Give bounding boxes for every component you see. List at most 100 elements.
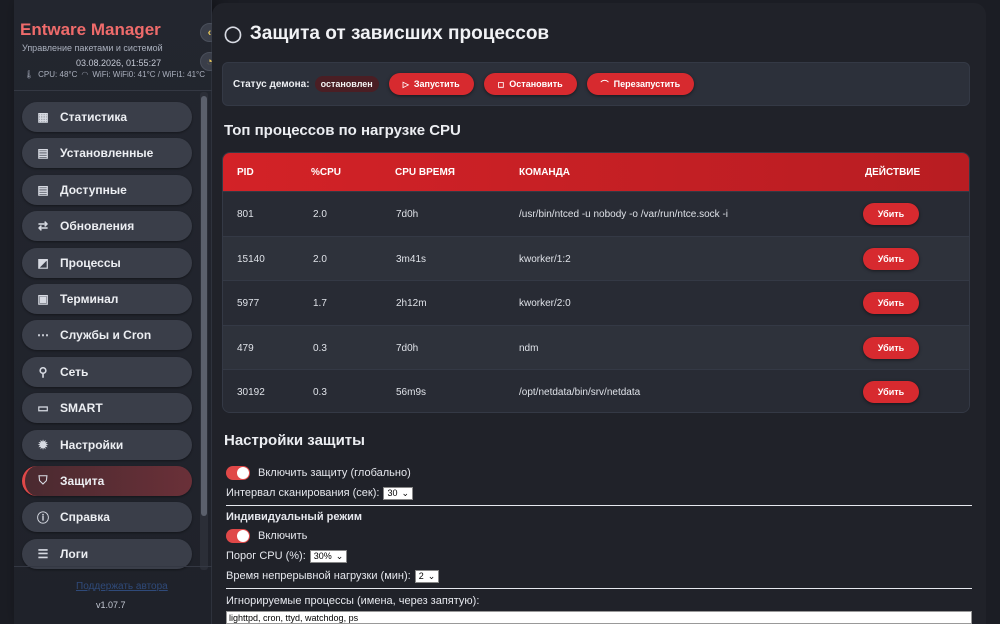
table-row: 5977 1.7 2h12m kworker/2:0 Убить — [223, 280, 969, 325]
daemon-status-card: Статус демона: остановлен ▷ Запустить ◻ Ос… — [222, 62, 970, 106]
divider — [226, 505, 972, 506]
ignored-processes-row: Игнорируемые процессы (имена, через запя… — [226, 591, 972, 611]
stop-button[interactable]: ◻ Остановить — [483, 73, 577, 95]
kill-button[interactable]: Убить — [863, 381, 919, 404]
sidebar-item-processes[interactable]: ◩ Процессы — [22, 247, 192, 278]
cell-command: /opt/netdata/bin/srv/netdata — [519, 387, 641, 399]
sidebar-item-help[interactable]: ⓘ Справка — [22, 502, 192, 533]
terminal-icon: ▣ — [37, 291, 49, 306]
cell-time: 7d0h — [396, 342, 419, 354]
cell-cpu: 2.0 — [313, 253, 327, 265]
protection-settings-title: Настройки защиты — [224, 432, 365, 449]
restart-button[interactable]: ⌒ Перезапустить — [586, 73, 695, 95]
cell-cpu: 0.3 — [313, 342, 327, 354]
protection-settings: Включить защиту (глобально) Интервал ска… — [226, 463, 972, 624]
app-brand: Entware Manager — [20, 20, 161, 39]
sidebar-item-network[interactable]: ⚲ Сеть — [22, 356, 192, 387]
kill-button[interactable]: Убить — [863, 203, 919, 225]
start-label: Запустить — [413, 79, 460, 89]
sidebar-item-protection[interactable]: ⛉ Защита — [22, 465, 192, 496]
package-icon: ▤ — [37, 146, 49, 161]
refresh-icon: ⇄ — [37, 219, 49, 234]
cpu-threshold-select[interactable]: 30% ⌄ — [309, 549, 348, 563]
temperatures: 🌡 CPU: 48°C ◠ WiFi: WiFi0: 41°C / WiFi1:… — [24, 70, 205, 79]
status-badge: остановлен — [314, 76, 379, 92]
sidebar-item-label: Защита — [60, 473, 105, 488]
start-button[interactable]: ▷ Запустить — [388, 73, 474, 95]
table-row: 479 0.3 7d0h ndm Убить — [223, 324, 969, 370]
version-label: v1.07.7 — [96, 600, 126, 610]
sidebar-item-services[interactable]: ⋯ Службы и Cron — [22, 320, 192, 351]
divider — [226, 588, 972, 589]
individual-toggle-label: Включить — [258, 530, 308, 542]
sidebar-item-smart[interactable]: ▭ SMART — [22, 393, 192, 424]
load-time-label: Время непрерывной нагрузки (мин): — [226, 570, 411, 582]
cell-time: 3m41s — [396, 253, 427, 265]
sidebar-item-terminal[interactable]: ▣ Терминал — [22, 283, 192, 314]
scan-interval-select[interactable]: 30 ⌄ — [383, 486, 414, 500]
sidebar-item-label: Обновления — [60, 219, 135, 234]
global-toggle-label: Включить защиту (глобально) — [258, 467, 411, 479]
individual-mode-toggle[interactable] — [226, 529, 250, 543]
global-protection-toggle[interactable] — [226, 466, 250, 480]
ignored-processes-label: Игнорируемые процессы (имена, через запя… — [226, 595, 480, 607]
table-row: 801 2.0 7d0h /usr/bin/ntced -u nobody -o… — [223, 191, 969, 236]
kill-button[interactable]: Убить — [863, 292, 919, 315]
sidebar: Entware Manager Управление пакетами и си… — [14, 0, 219, 624]
restart-icon: ⌒ — [600, 79, 609, 89]
scrollbar-thumb[interactable] — [201, 96, 207, 516]
kill-button[interactable]: Убить — [863, 247, 919, 270]
global-toggle-row: Включить защиту (глобально) — [226, 463, 972, 483]
main-content: ◯ Защита от зависших процессов Статус де… — [212, 3, 986, 624]
cell-time: 56m9s — [396, 387, 427, 399]
sidebar-item-label: Процессы — [60, 255, 121, 270]
document-icon: ☰ — [37, 546, 49, 561]
disk-icon: ▭ — [37, 401, 49, 416]
individual-toggle-row: Включить — [226, 526, 972, 546]
process-table: PID %CPU CPU ВРЕМЯ КОМАНДА ДЕЙСТВИЕ 801 … — [222, 152, 970, 413]
cell-pid: 15140 — [237, 253, 265, 265]
sidebar-divider — [14, 90, 212, 91]
support-link[interactable]: Поддержать автора — [76, 581, 168, 592]
col-cpu[interactable]: %CPU — [311, 167, 341, 178]
col-pid[interactable]: PID — [237, 167, 254, 178]
cell-command: ndm — [519, 342, 539, 354]
thermometer-icon: 🌡 — [24, 70, 35, 79]
sidebar-item-label: Терминал — [60, 291, 119, 306]
gear-icon: ✹ — [37, 437, 49, 452]
stop-label: Остановить — [509, 79, 563, 89]
daemon-label: Статус демона: — [233, 78, 310, 90]
kill-button[interactable]: Убить — [863, 336, 919, 359]
load-time-select[interactable]: 2 ⌄ — [414, 569, 440, 583]
sidebar-item-label: Логи — [60, 546, 89, 561]
sidebar-item-statistics[interactable]: ▦ Статистика — [22, 102, 192, 132]
col-command[interactable]: КОМАНДА — [519, 167, 570, 178]
ignored-processes-input[interactable]: lighttpd, cron, ttyd, watchdog, ps — [226, 611, 972, 624]
cell-cpu: 2.0 — [313, 209, 327, 220]
sidebar-scrollbar[interactable] — [200, 92, 208, 570]
cpu-temp: CPU: 48°C — [38, 70, 78, 79]
sidebar-item-settings[interactable]: ✹ Настройки — [22, 429, 192, 460]
sidebar-item-updates[interactable]: ⇄ Обновления — [22, 211, 192, 242]
wifi-icon: ◠ — [81, 70, 89, 79]
chevron-down-icon: ⌄ — [335, 550, 344, 561]
page-title: ◯ Защита от зависших процессов — [224, 23, 549, 45]
cell-time: 7d0h — [396, 209, 419, 220]
shield-icon: ◯ — [224, 26, 242, 43]
chevron-left-icon: ‹ — [207, 26, 212, 39]
cell-pid: 479 — [237, 342, 254, 354]
sidebar-item-label: SMART — [60, 401, 103, 416]
cell-pid: 30192 — [237, 387, 265, 399]
table-row: 15140 2.0 3m41s kworker/1:2 Убить — [223, 235, 969, 281]
dots-icon: ⋯ — [37, 328, 49, 343]
wifi-temp: WiFi: WiFi0: 41°C / WiFi1: 41°C — [92, 70, 205, 79]
col-cpu-time[interactable]: CPU ВРЕМЯ — [395, 167, 455, 178]
sidebar-item-available[interactable]: ▤ Доступные — [22, 174, 192, 205]
top-processes-title: Топ процессов по нагрузке CPU — [224, 122, 461, 139]
sidebar-item-installed[interactable]: ▤ Установленные — [22, 138, 192, 169]
chevron-down-icon: ⌄ — [427, 570, 436, 581]
individual-mode-heading: Индивидуальный режим — [226, 511, 363, 523]
cpu-threshold-value: 30% — [313, 551, 332, 561]
sidebar-divider — [14, 566, 212, 567]
sidebar-item-logs[interactable]: ☰ Логи — [22, 538, 192, 569]
